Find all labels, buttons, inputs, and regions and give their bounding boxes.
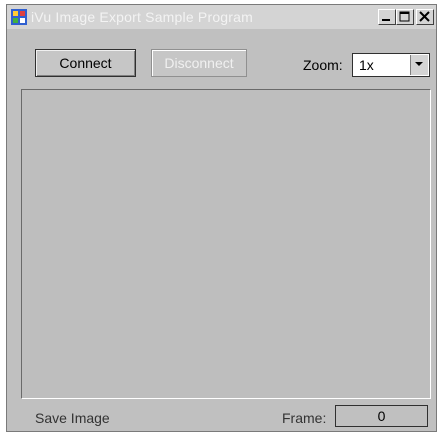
frame-counter: 0 (335, 405, 428, 427)
chevron-down-icon (415, 62, 423, 66)
close-icon (419, 11, 430, 22)
connect-button[interactable]: Connect (35, 49, 136, 77)
maximize-icon (399, 11, 410, 22)
minimize-icon (382, 19, 390, 21)
title-bar[interactable]: iVu Image Export Sample Program (7, 5, 436, 29)
disconnect-button[interactable]: Disconnect (151, 49, 247, 77)
app-window: iVu Image Export Sample Program Connect … (6, 4, 437, 432)
app-icon (11, 9, 27, 25)
zoom-label: Zoom: (303, 57, 343, 73)
maximize-button[interactable] (396, 9, 414, 25)
zoom-dropdown-button[interactable] (410, 55, 428, 75)
frame-label: Frame: (282, 410, 327, 426)
minimize-button[interactable] (378, 9, 396, 25)
save-image-label[interactable]: Save Image (35, 410, 110, 426)
window-title: iVu Image Export Sample Program (31, 9, 253, 25)
close-button[interactable] (416, 9, 434, 25)
zoom-select[interactable]: 1x (352, 53, 430, 77)
image-view[interactable] (21, 89, 431, 399)
zoom-value: 1x (359, 57, 374, 73)
